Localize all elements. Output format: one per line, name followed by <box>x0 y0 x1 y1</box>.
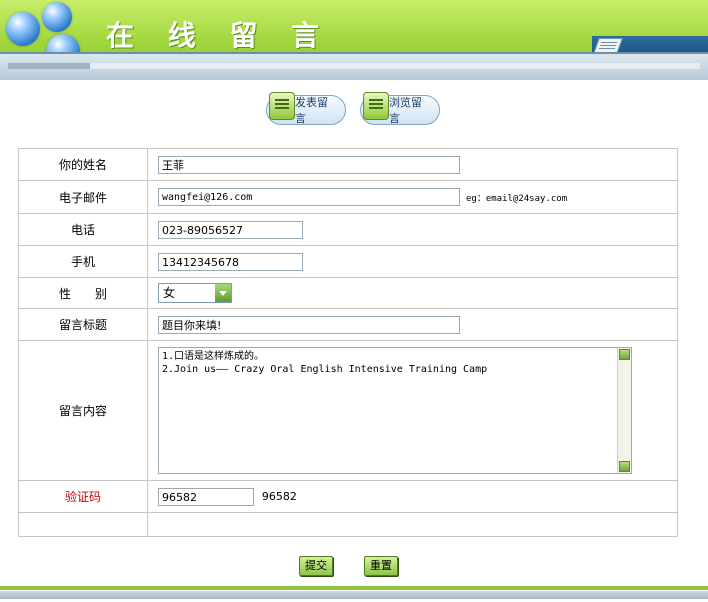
name-input[interactable]: 王菲 <box>158 155 460 174</box>
content-label: 留言内容 <box>18 340 148 481</box>
header-stripe <box>0 52 708 80</box>
scroll-down-icon[interactable] <box>619 461 630 472</box>
browse-messages-label: 浏览留言 <box>389 96 422 125</box>
content-cell: 1.口语是这样炼成的。 2.Join us—— Crazy Oral Engli… <box>147 340 678 481</box>
message-form: 你的姓名 王菲 电子邮件 wangfei@126.com eg：email@24s… <box>18 148 678 537</box>
subject-cell: 题目你来填! <box>147 308 678 341</box>
email-input[interactable]: wangfei@126.com <box>158 188 460 206</box>
textarea-scrollbar[interactable] <box>617 348 631 473</box>
form-row-empty <box>18 512 678 537</box>
reset-button[interactable]: 重置 <box>364 556 398 576</box>
empty-cell <box>18 512 148 537</box>
captcha-input[interactable]: 96582 <box>158 487 254 506</box>
gender-selected-value: 女 <box>163 286 176 300</box>
email-hint: eg：email@24say.com <box>466 193 568 204</box>
captcha-code: 96582 <box>261 490 297 503</box>
gender-label: 性 别 <box>18 277 148 309</box>
name-label: 你的姓名 <box>18 148 148 181</box>
gender-select[interactable]: 女 <box>158 283 232 303</box>
form-row-mobile: 手机 13412345678 <box>18 245 678 278</box>
subject-input[interactable]: 题目你来填! <box>158 315 460 334</box>
form-row-gender: 性 别 女 <box>18 277 678 309</box>
post-message-button[interactable]: 发表留言 <box>266 92 346 125</box>
mobile-label: 手机 <box>18 245 148 278</box>
browse-messages-button[interactable]: 浏览留言 <box>360 92 440 125</box>
content-line: 2.Join us—— Crazy Oral English Intensive… <box>162 364 488 375</box>
footer-green-bar <box>0 586 708 590</box>
page-header: 在 线 留 言 <box>0 0 708 80</box>
content-textarea[interactable]: 1.口语是这样炼成的。 2.Join us—— Crazy Oral Engli… <box>158 347 632 474</box>
stripe-bar-highlight <box>90 63 700 69</box>
email-label: 电子邮件 <box>18 180 148 214</box>
submit-button[interactable]: 提交 <box>299 556 333 576</box>
form-row-email: 电子邮件 wangfei@126.com eg：email@24say.com <box>18 180 678 214</box>
footer-blue-bar <box>0 591 708 599</box>
form-row-content: 留言内容 1.口语是这样炼成的。 2.Join us—— Crazy Oral … <box>18 340 678 481</box>
phone-cell: 023-89056527 <box>147 213 678 246</box>
browse-messages-icon <box>363 92 389 120</box>
post-message-icon <box>269 92 295 120</box>
gender-cell: 女 <box>147 277 678 309</box>
logo-ball-icon <box>6 12 40 46</box>
captcha-cell: 96582 96582 <box>147 480 678 513</box>
email-cell: wangfei@126.com eg：email@24say.com <box>147 180 678 214</box>
form-row-phone: 电话 023-89056527 <box>18 213 678 246</box>
empty-cell <box>147 512 678 537</box>
mobile-cell: 13412345678 <box>147 245 678 278</box>
mobile-input[interactable]: 13412345678 <box>158 252 303 271</box>
phone-label: 电话 <box>18 213 148 246</box>
chevron-down-icon[interactable] <box>215 284 231 302</box>
phone-input[interactable]: 023-89056527 <box>158 220 303 239</box>
captcha-label: 验证码 <box>18 480 148 513</box>
subject-label: 留言标题 <box>18 308 148 341</box>
form-row-subject: 留言标题 题目你来填! <box>18 308 678 341</box>
form-row-captcha: 验证码 96582 96582 <box>18 480 678 513</box>
scroll-up-icon[interactable] <box>619 349 630 360</box>
logo-ball-icon <box>42 2 72 32</box>
post-message-label: 发表留言 <box>295 96 328 125</box>
form-row-name: 你的姓名 王菲 <box>18 148 678 181</box>
name-cell: 王菲 <box>147 148 678 181</box>
page-title: 在 线 留 言 <box>106 19 332 52</box>
content-line: 1.口语是这样炼成的。 <box>162 351 265 362</box>
